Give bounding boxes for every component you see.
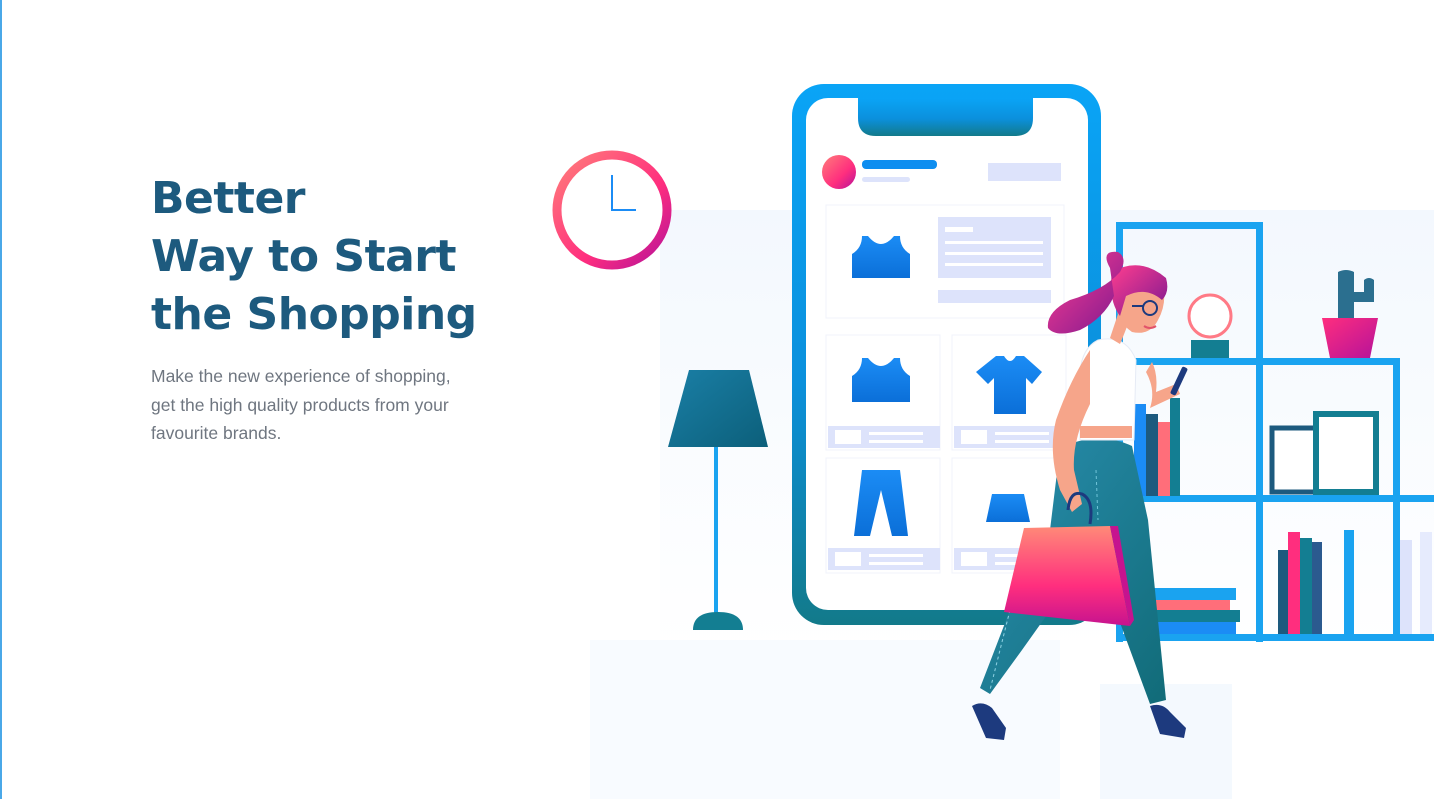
hero-subtitle-line-2: get the high quality products from your [151, 394, 449, 415]
hero-subtitle-line-1: Make the new experience of shopping, [151, 366, 451, 386]
hero-title-line-2: Way to Start [151, 231, 457, 282]
skirt-icon [986, 494, 1030, 522]
hero-title: Better Way to Start the Shopping [151, 170, 477, 344]
hero-title-line-3: the Shopping [151, 289, 477, 340]
shopping-illustration [552, 84, 1434, 799]
hero-title-line-1: Better [151, 173, 305, 224]
featured-product-card [825, 204, 1065, 319]
picture-frames-icon [1269, 411, 1379, 495]
hero-subtitle: Make the new experience of shopping, get… [151, 362, 491, 448]
clock-icon [552, 150, 672, 270]
mirror-icon [1187, 293, 1233, 358]
hero-subtitle-line-3: favourite brands. [151, 423, 282, 443]
left-edge-line [0, 0, 2, 799]
